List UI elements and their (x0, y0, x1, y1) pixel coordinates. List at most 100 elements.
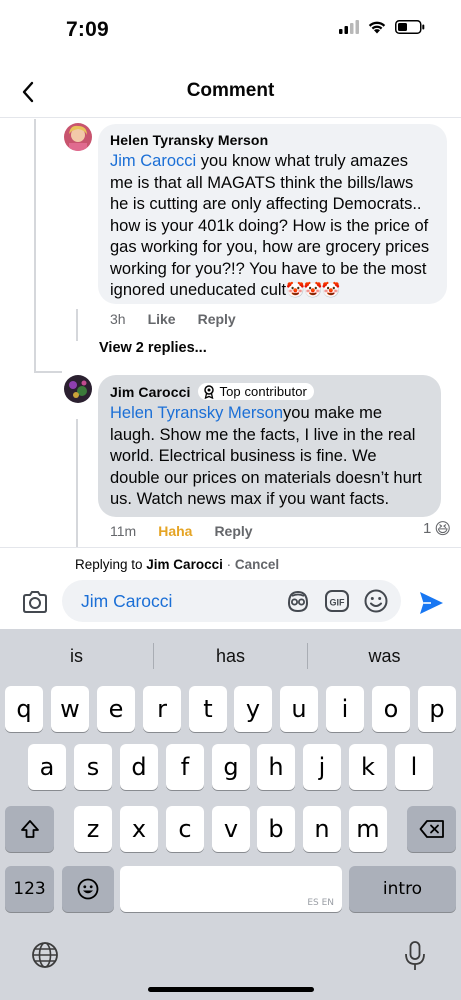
haha-reaction-button[interactable]: Haha (158, 523, 192, 539)
cancel-reply-button[interactable]: Cancel (235, 557, 279, 572)
thread-line (34, 119, 36, 373)
key-o[interactable]: o (372, 686, 410, 732)
space-language-label: ES EN (307, 898, 334, 908)
comment-text: Jim Carocci you know what truly amazes m… (110, 151, 435, 302)
key-a[interactable]: a (28, 744, 66, 790)
key-e[interactable]: e (97, 686, 135, 732)
wifi-icon (368, 21, 386, 34)
space-key[interactable]: ES EN (120, 866, 342, 912)
dictation-button[interactable] (402, 940, 432, 974)
status-icons (339, 20, 425, 34)
badge-label: Top contributor (219, 384, 307, 399)
gif-icon: GIF (325, 590, 349, 612)
key-q[interactable]: q (5, 686, 43, 732)
key-s[interactable]: s (74, 744, 112, 790)
comment-input-text: Jim Carocci (81, 591, 173, 611)
replying-separator: · (222, 557, 235, 572)
svg-text:GIF: GIF (330, 598, 346, 608)
suggestion-item[interactable]: is (0, 646, 153, 667)
key-k[interactable]: k (349, 744, 387, 790)
cellular-signal-icon (339, 20, 359, 34)
reply-button[interactable]: Reply (214, 523, 252, 539)
comment-composer: Jim Carocci GIF (0, 579, 461, 625)
emoji-keyboard-icon (77, 878, 99, 900)
key-p[interactable]: p (418, 686, 456, 732)
mention-link[interactable]: Helen Tyransky Merson (110, 404, 283, 422)
avatar[interactable] (64, 123, 92, 151)
emoji-key[interactable] (62, 866, 114, 912)
suggestion-item[interactable]: was (308, 646, 461, 667)
comment-bubble[interactable]: Helen Tyransky Merson Jim Carocci you kn… (98, 124, 447, 304)
thread-line (76, 419, 78, 547)
avatar-image (64, 123, 92, 151)
key-h[interactable]: h (257, 744, 295, 790)
like-button[interactable]: Like (148, 311, 176, 327)
camera-button[interactable] (20, 587, 52, 619)
comment-thread[interactable]: Helen Tyransky Merson Jim Carocci you kn… (0, 119, 461, 547)
comment-actions: 3h Like Reply (110, 311, 236, 327)
key-c[interactable]: c (166, 806, 204, 852)
comment-author[interactable]: Helen Tyransky Merson (110, 132, 435, 148)
key-l[interactable]: l (395, 744, 433, 790)
page-title: Comment (186, 80, 275, 101)
key-f[interactable]: f (166, 744, 204, 790)
key-j[interactable]: j (303, 744, 341, 790)
comment-text: Helen Tyransky Mersonyou make me laugh. … (110, 403, 429, 511)
haha-emoji-icon: 😆 (434, 519, 451, 538)
key-y[interactable]: y (234, 686, 272, 732)
globe-button[interactable] (30, 940, 62, 972)
home-indicator (148, 987, 314, 992)
gif-button[interactable]: GIF (323, 587, 351, 615)
camera-icon (23, 591, 47, 613)
comment-bubble[interactable]: Jim Carocci Top contributor Helen Tyrans… (98, 375, 441, 517)
shift-key[interactable] (5, 806, 54, 852)
avatar-sticker-button[interactable] (284, 587, 312, 615)
avatar-sticker-icon (287, 590, 309, 613)
reply-button[interactable]: Reply (198, 311, 236, 327)
key-t[interactable]: t (189, 686, 227, 732)
delete-key[interactable] (407, 806, 456, 852)
comment-actions: 11m Haha Reply (110, 523, 253, 539)
replying-bar: Replying to Jim Carocci · Cancel (0, 547, 461, 579)
comment-timestamp: 11m (110, 523, 137, 539)
replying-prefix: Replying to (75, 557, 147, 572)
avatar[interactable] (64, 375, 92, 403)
thread-line (76, 309, 78, 341)
mention-link[interactable]: Jim Carocci (110, 152, 196, 170)
shift-icon (20, 820, 39, 838)
key-x[interactable]: x (120, 806, 158, 852)
reaction-summary[interactable]: 1 😆 (423, 519, 451, 538)
replying-name: Jim Carocci (146, 557, 223, 572)
comment-author[interactable]: Jim Carocci (110, 384, 190, 400)
key-n[interactable]: n (303, 806, 341, 852)
send-button[interactable] (416, 588, 446, 618)
status-bar: 7:09 (0, 0, 461, 60)
key-v[interactable]: v (212, 806, 250, 852)
emoji-button[interactable] (362, 587, 390, 615)
thread-line (34, 371, 62, 373)
status-time: 7:09 (66, 18, 109, 41)
key-z[interactable]: z (74, 806, 112, 852)
key-g[interactable]: g (212, 744, 250, 790)
microphone-icon (405, 941, 425, 970)
key-w[interactable]: w (51, 686, 89, 732)
key-b[interactable]: b (257, 806, 295, 852)
header: Comment (0, 66, 461, 118)
suggestion-bar: is has was (0, 629, 461, 683)
key-d[interactable]: d (120, 744, 158, 790)
comment-input[interactable]: Jim Carocci GIF (62, 580, 401, 622)
top-contributor-badge: Top contributor (198, 383, 314, 400)
key-r[interactable]: r (143, 686, 181, 732)
emoji: 🤡🤡🤡 (286, 281, 340, 299)
numbers-key[interactable]: 123 (5, 866, 54, 912)
view-replies-link[interactable]: View 2 replies... (99, 340, 207, 356)
key-u[interactable]: u (280, 686, 318, 732)
badge-icon (204, 384, 215, 399)
key-i[interactable]: i (326, 686, 364, 732)
smiley-icon (364, 589, 388, 613)
return-key[interactable]: intro (349, 866, 456, 912)
key-m[interactable]: m (349, 806, 387, 852)
globe-icon (32, 942, 58, 968)
suggestion-item[interactable]: has (154, 646, 307, 667)
comment-body: you know what truly amazes me is that al… (110, 152, 430, 299)
